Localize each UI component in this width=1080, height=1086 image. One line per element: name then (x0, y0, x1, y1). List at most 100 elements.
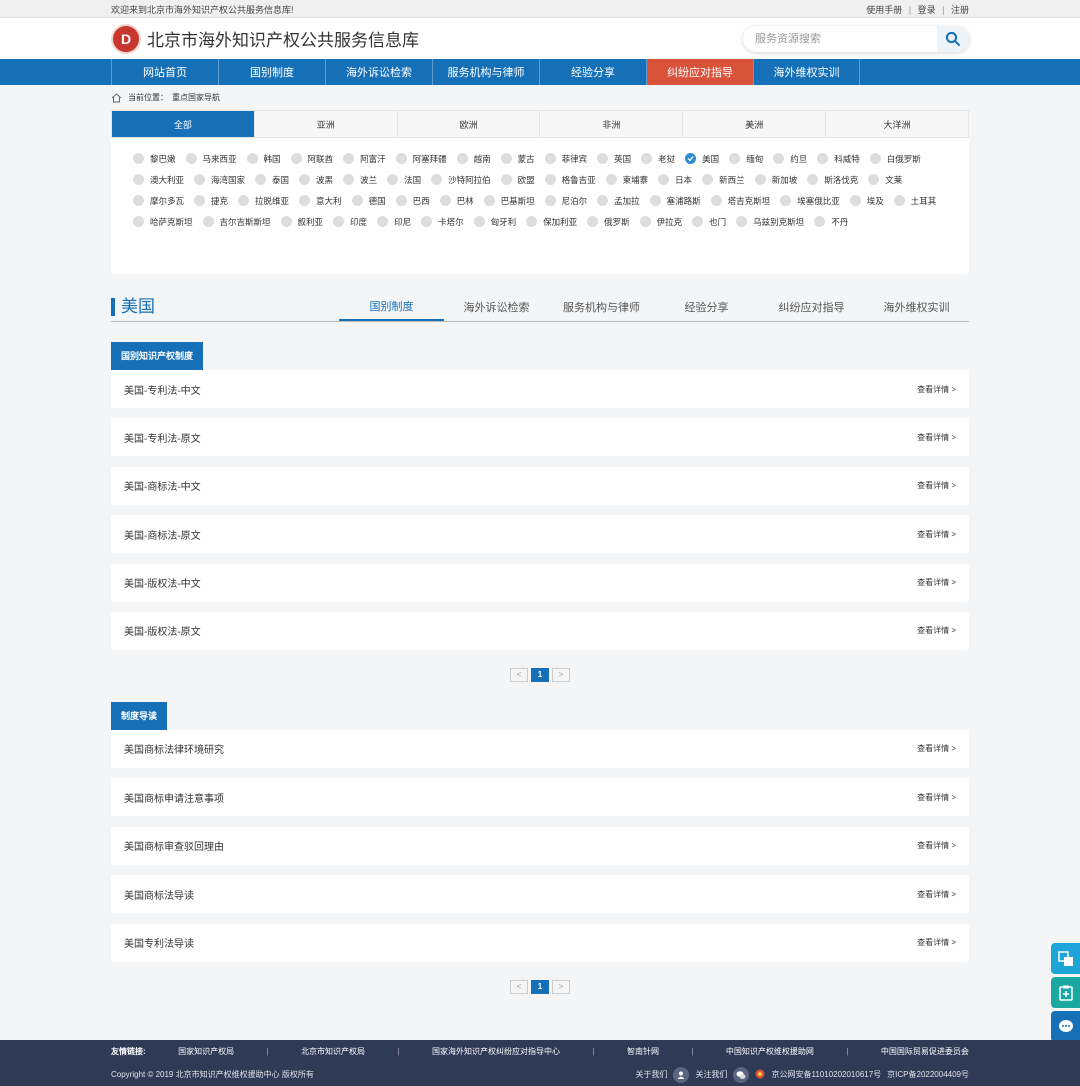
user-icon[interactable] (673, 1066, 690, 1083)
country-option[interactable]: 卡塔尔 (421, 211, 464, 232)
list-item-title[interactable]: 美国-商标法-中文 (124, 478, 201, 493)
view-detail-link[interactable]: 查看详情 > (917, 743, 956, 754)
country-option[interactable]: 约旦 (773, 148, 807, 169)
country-option[interactable]: 美国 (685, 148, 719, 169)
next-page-button[interactable]: > (552, 979, 570, 994)
country-option[interactable]: 保加利亚 (526, 211, 577, 232)
country-option[interactable]: 阿富汗 (343, 148, 386, 169)
country-option[interactable]: 尼泊尔 (544, 190, 587, 211)
view-detail-link[interactable]: 查看详情 > (917, 937, 956, 948)
list-item-title[interactable]: 美国专利法导读 (124, 935, 194, 950)
view-detail-link[interactable]: 查看详情 > (917, 432, 956, 443)
view-detail-link[interactable]: 查看详情 > (917, 889, 956, 900)
country-option[interactable]: 塞浦路斯 (649, 190, 701, 211)
wechat-icon[interactable] (733, 1066, 750, 1083)
prev-page-button[interactable]: < (510, 667, 528, 682)
country-option[interactable]: 澳大利亚 (133, 169, 184, 190)
country-option[interactable]: 日本 (658, 169, 692, 190)
footer-link[interactable]: 智南针网 (627, 1046, 659, 1057)
page-button[interactable]: 1 (531, 979, 549, 994)
country-option[interactable]: 新加坡 (754, 169, 797, 190)
nav-item[interactable]: 海外诉讼检索 (325, 59, 432, 85)
country-option[interactable]: 吉尔吉斯斯坦 (202, 211, 271, 232)
list-item-title[interactable]: 美国商标申请注意事项 (124, 790, 224, 805)
country-option[interactable]: 意大利 (299, 190, 342, 211)
country-option[interactable]: 拉脱维亚 (238, 190, 289, 211)
country-option[interactable]: 泰国 (255, 169, 289, 190)
icp-record[interactable]: 京ICP备2022004409号 (887, 1069, 969, 1080)
view-detail-link[interactable]: 查看详情 > (917, 840, 956, 851)
list-item[interactable]: 美国-专利法-中文 查看详情 > (111, 370, 969, 408)
country-option[interactable]: 巴西 (395, 190, 430, 211)
country-option[interactable]: 菲律宾 (544, 148, 587, 169)
list-item[interactable]: 美国商标法律环境研究 查看详情 > (111, 729, 969, 768)
country-option[interactable]: 欧盟 (500, 169, 535, 190)
nav-item[interactable]: 海外维权实训 (753, 59, 860, 85)
search-button[interactable] (937, 25, 969, 52)
list-item-title[interactable]: 美国-版权法-中文 (124, 575, 201, 590)
next-page-button[interactable]: > (552, 667, 570, 682)
country-option[interactable]: 不丹 (814, 211, 848, 232)
list-item[interactable]: 美国专利法导读 查看详情 > (111, 923, 969, 962)
country-option[interactable]: 海湾国家 (194, 169, 245, 190)
list-item-title[interactable]: 美国商标法导读 (124, 887, 194, 902)
country-option[interactable]: 马来西亚 (185, 148, 237, 169)
brand[interactable]: D 北京市海外知识产权公共服务信息库 (111, 23, 419, 54)
view-detail-link[interactable]: 查看详情 > (917, 625, 956, 636)
footer-link[interactable]: 中国知识产权维权援助网 (726, 1046, 814, 1057)
list-item-title[interactable]: 美国-专利法-中文 (124, 382, 201, 397)
continent-tab[interactable]: 美洲 (683, 111, 827, 137)
country-option[interactable]: 塔吉克斯坦 (710, 190, 770, 211)
country-option[interactable]: 埃塞俄比亚 (780, 190, 840, 211)
follow-link[interactable]: 关注我们 (695, 1069, 727, 1080)
country-option[interactable]: 德国 (351, 190, 386, 211)
continent-tab[interactable]: 非洲 (540, 111, 684, 137)
country-option[interactable]: 沙特阿拉伯 (431, 169, 491, 190)
list-item[interactable]: 美国-版权法-原文 查看详情 > (111, 611, 969, 650)
section-tab[interactable]: 海外诉讼检索 (444, 293, 549, 321)
section-tab[interactable]: 经验分享 (654, 293, 759, 321)
country-option[interactable]: 哈萨克斯坦 (133, 211, 193, 232)
country-option[interactable]: 巴林 (439, 190, 474, 211)
footer-link[interactable]: 中国国际贸易促进委员会 (881, 1046, 969, 1057)
footer-link[interactable]: 北京市知识产权局 (301, 1046, 365, 1057)
country-option[interactable]: 蒙古 (500, 148, 535, 169)
view-detail-link[interactable]: 查看详情 > (917, 480, 956, 491)
view-detail-link[interactable]: 查看详情 > (917, 384, 956, 395)
country-option[interactable]: 越南 (456, 148, 491, 169)
list-item-title[interactable]: 美国-版权法-原文 (124, 623, 201, 638)
country-option[interactable]: 也门 (692, 211, 726, 232)
country-option[interactable]: 波黑 (299, 169, 333, 190)
register-link[interactable]: 注册 (951, 5, 969, 15)
about-link[interactable]: 关于我们 (635, 1069, 667, 1080)
country-option[interactable]: 伊拉克 (639, 211, 682, 232)
country-option[interactable]: 科威特 (817, 148, 860, 169)
continent-tab[interactable]: 大洋洲 (826, 111, 968, 137)
country-option[interactable]: 英国 (597, 148, 631, 169)
country-option[interactable]: 摩尔多瓦 (133, 190, 184, 211)
continent-tab[interactable]: 全部 (112, 111, 255, 137)
clipboard-float-button[interactable] (1051, 977, 1080, 1008)
continent-tab[interactable]: 亚洲 (254, 111, 398, 137)
list-item-title[interactable]: 美国-专利法-原文 (124, 430, 201, 445)
page-button[interactable]: 1 (531, 667, 549, 682)
view-detail-link[interactable]: 查看详情 > (917, 529, 956, 540)
nav-item[interactable]: 服务机构与律师 (432, 59, 539, 85)
home-icon[interactable] (111, 92, 122, 103)
manual-link[interactable]: 使用手册 (866, 5, 902, 15)
country-option[interactable]: 斯洛伐克 (807, 169, 858, 190)
view-detail-link[interactable]: 查看详情 > (917, 577, 956, 588)
country-option[interactable]: 埃及 (849, 190, 884, 211)
list-item-title[interactable]: 美国商标审查驳回理由 (124, 838, 224, 853)
chat-float-button[interactable] (1051, 1011, 1080, 1042)
country-option[interactable]: 土耳其 (893, 190, 936, 211)
country-option[interactable]: 印度 (333, 211, 367, 232)
country-option[interactable]: 新西兰 (702, 169, 745, 190)
list-item[interactable]: 美国商标法导读 查看详情 > (111, 875, 969, 914)
nav-item[interactable]: 网站首页 (111, 59, 218, 85)
country-option[interactable]: 韩国 (246, 148, 281, 169)
country-option[interactable]: 文莱 (868, 169, 902, 190)
footer-link[interactable]: 国家知识产权局 (178, 1046, 234, 1057)
country-option[interactable]: 老挝 (641, 148, 675, 169)
country-option[interactable]: 波兰 (343, 169, 377, 190)
